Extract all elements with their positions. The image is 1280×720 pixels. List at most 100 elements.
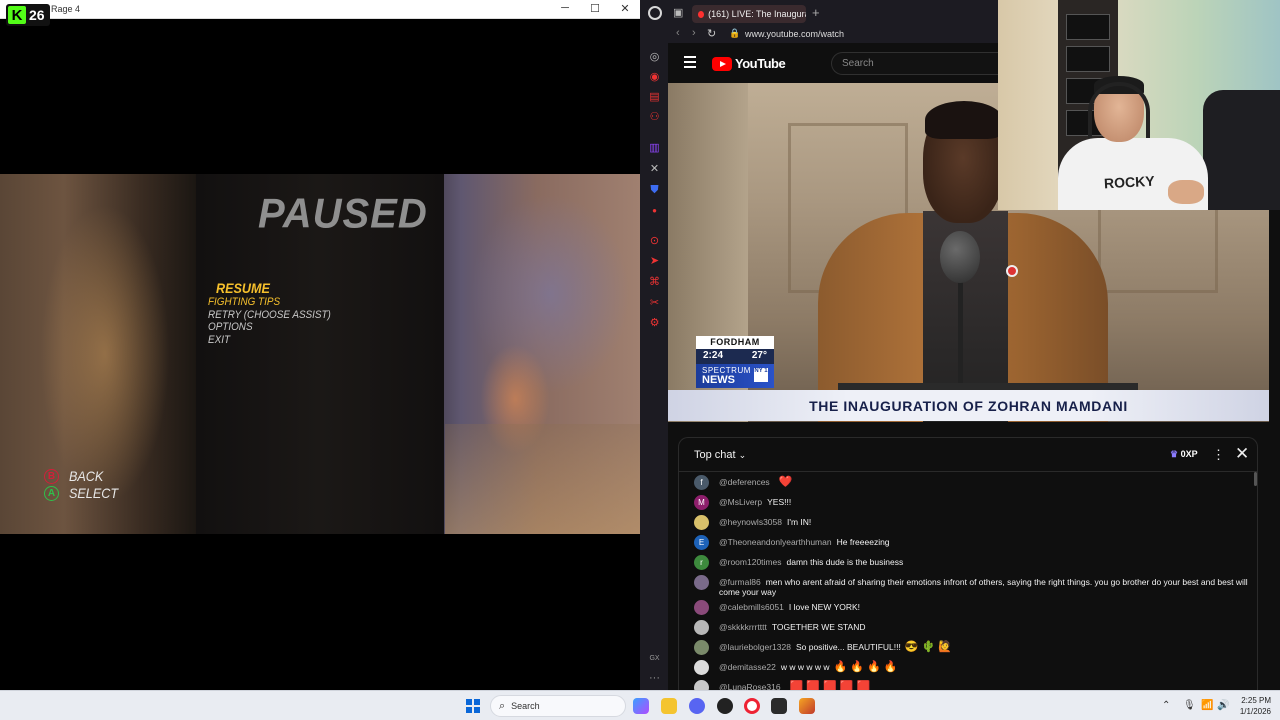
chat-message[interactable]: @calebmills6051 I love NEW YORK! [679, 597, 1249, 617]
opera-icon[interactable] [744, 698, 760, 714]
chat-username[interactable]: @Theoneandonlyearthhuman [719, 537, 832, 547]
game-window[interactable]: Rage 4 ─ ☐ ✕ K 26 PAUSED RESUME FIGHTING… [0, 0, 640, 690]
chat-mode-dropdown[interactable]: Top chat ⌄ [694, 449, 746, 461]
messenger-icon[interactable]: ⚇ [648, 111, 661, 124]
news-ticker: FORDHAM 2:24 27° SPECTRUM NEWS NY 1 [696, 336, 774, 388]
chat-scrollbar[interactable] [1254, 472, 1257, 486]
chat-message[interactable]: @LunaRose316 🟥 🟥 🟥 🟥 🟥 [679, 677, 1249, 690]
opera-logo-icon[interactable] [648, 6, 662, 20]
avatar[interactable]: f [694, 475, 709, 490]
avatar[interactable] [694, 575, 709, 590]
twitch-icon[interactable]: ▥ [648, 142, 661, 155]
chat-text: w w w w w w [780, 662, 830, 672]
maximize-icon[interactable]: ☐ [588, 2, 602, 15]
url-field[interactable]: www.youtube.com/watch [745, 29, 844, 39]
avatar[interactable] [694, 620, 709, 635]
avatar[interactable] [694, 515, 709, 530]
ticker-location: FORDHAM [696, 336, 774, 349]
system-clock[interactable]: 2:25 PM 1/1/2026 [1231, 695, 1271, 717]
opera-ai-icon[interactable]: ◉ [648, 71, 661, 84]
back-arrow-icon[interactable]: ‹ [676, 27, 680, 39]
microphone [940, 231, 980, 283]
game-app-icon[interactable] [799, 698, 815, 714]
mods-icon[interactable]: ✂ [648, 297, 661, 310]
chat-username[interactable]: @skkkkrrrtttt [719, 622, 767, 632]
chat-message-body: @skkkkrrrtttt TOGETHER WE STAND [719, 622, 870, 632]
hint-select[interactable]: A SELECT [44, 485, 123, 501]
copilot-icon[interactable] [633, 698, 649, 714]
chat-message[interactable]: @lauriebolger1328 So positive... BEAUTIFU… [679, 637, 1249, 657]
chat-username[interactable]: @heynowls3058 [719, 517, 782, 527]
taskbar-search[interactable]: ⌕ Search [490, 695, 626, 717]
menu-item-retry[interactable]: RETRY (CHOOSE ASSIST) [208, 309, 331, 322]
chat-message[interactable]: @furmal86 men who arent afraid of sharing… [679, 572, 1249, 597]
discord-icon[interactable] [689, 698, 705, 714]
kick-logo-icon: K [8, 6, 26, 24]
avatar[interactable] [694, 640, 709, 655]
gx-text-icon[interactable]: GX [648, 652, 661, 665]
x-icon[interactable]: ✕ [648, 163, 661, 176]
chat-username[interactable]: @lauriebolger1328 [719, 642, 791, 652]
youtube-play-icon [712, 56, 732, 71]
microphone-icon[interactable]: 🎙 [1183, 700, 1196, 711]
menu-item-resume[interactable]: RESUME [216, 280, 332, 296]
menu-hamburger-icon[interactable] [684, 56, 696, 71]
player-icon[interactable]: ⊙ [648, 235, 661, 248]
file-explorer-icon[interactable] [661, 698, 677, 714]
chat-username[interactable]: @demitasse22 [719, 662, 776, 672]
tab-title: (161) LIVE: The Inauguratio [708, 9, 806, 19]
menu-item-fighting-tips[interactable]: FIGHTING TIPS [208, 296, 331, 309]
chat-message[interactable]: @heynowls3058 I'm IN! [679, 512, 1249, 532]
minimize-icon[interactable]: ─ [558, 2, 572, 14]
chat-username[interactable]: @calebmills6051 [719, 602, 784, 612]
chat-message[interactable]: f @deferences ❤️ [679, 472, 1249, 492]
hint-back[interactable]: B BACK [44, 468, 107, 484]
chat-username[interactable]: @room120times [719, 557, 781, 567]
new-tab-icon[interactable]: + [812, 5, 820, 20]
chat-message[interactable]: @skkkkrrrtttt TOGETHER WE STAND [679, 617, 1249, 637]
tab-youtube-live[interactable]: (161) LIVE: The Inauguratio [692, 5, 806, 23]
chat-message[interactable]: M @MsLiverp YES!!! [679, 492, 1249, 512]
send-icon[interactable]: ➤ [648, 255, 661, 268]
windows-start-icon[interactable] [466, 699, 480, 713]
more-icon[interactable]: ··· [648, 672, 661, 685]
volume-icon[interactable]: 🔊 [1217, 700, 1229, 711]
cube-icon[interactable]: ⌘ [648, 276, 661, 289]
channel-points[interactable]: ♛ 0XP [1170, 449, 1198, 460]
chat-text: He freeeezing [836, 537, 890, 547]
settings-icon[interactable]: ⚙ [648, 317, 661, 330]
avatar[interactable]: E [694, 535, 709, 550]
avatar[interactable] [694, 660, 709, 675]
chat-message[interactable]: E @Theoneandonlyearthhuman He freeeezing [679, 532, 1249, 552]
chat-username[interactable]: @deferences [719, 477, 770, 487]
close-icon[interactable]: ✕ [618, 2, 632, 15]
badge-icon[interactable]: ● [648, 204, 661, 217]
search-input[interactable]: Search [831, 52, 1001, 75]
chevron-up-icon[interactable]: ⌃ [1162, 700, 1170, 711]
forward-arrow-icon[interactable]: › [692, 27, 696, 39]
chat-username[interactable]: @LunaRose316 [719, 682, 781, 690]
obs-icon[interactable] [717, 698, 733, 714]
menu-item-options[interactable]: OPTIONS [208, 321, 331, 334]
terminal-icon[interactable] [771, 698, 787, 714]
more-options-icon[interactable]: ⋮ [1212, 447, 1225, 463]
chat-username[interactable]: @MsLiverp [719, 497, 762, 507]
tab-island-icon[interactable]: ▣ [673, 6, 683, 19]
chat-username[interactable]: @furmal86 [719, 577, 761, 587]
youtube-logo[interactable]: YouTube [712, 56, 786, 71]
avatar[interactable] [694, 680, 709, 690]
aria-icon[interactable]: ◎ [648, 51, 661, 64]
avatar[interactable] [694, 600, 709, 615]
gx-icon[interactable]: ▤ [648, 91, 661, 104]
close-chat-icon[interactable]: ✕ [1235, 444, 1249, 464]
shield-icon[interactable]: ⛊ [648, 184, 661, 197]
avatar[interactable]: M [694, 495, 709, 510]
menu-item-exit[interactable]: EXIT [208, 334, 331, 347]
avatar[interactable]: r [694, 555, 709, 570]
chat-message[interactable]: r @room120times damn this dude is the busi… [679, 552, 1249, 572]
reload-icon[interactable]: ↻ [707, 27, 716, 40]
chevron-down-icon: ⌄ [738, 450, 747, 460]
chat-message[interactable]: @demitasse22 w w w w w w 🔥 🔥 🔥 🔥 [679, 657, 1249, 677]
game-titlebar[interactable]: Rage 4 ─ ☐ ✕ [0, 0, 640, 19]
wifi-icon[interactable]: 📶 [1201, 700, 1213, 711]
